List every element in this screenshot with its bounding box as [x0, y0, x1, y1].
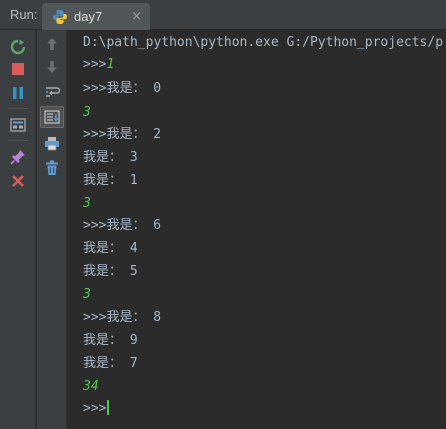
python-file-icon [53, 10, 67, 24]
stop-icon[interactable] [6, 58, 30, 80]
console-line: 我是： 5 [83, 264, 138, 279]
console-line: >>>1 [83, 57, 115, 72]
console-line: >>>我是： 2 [83, 127, 162, 142]
arrow-down-icon[interactable] [40, 56, 64, 78]
arrow-up-icon[interactable] [40, 33, 64, 55]
close-icon[interactable] [6, 170, 30, 192]
console-line: 34 [83, 379, 99, 394]
console-line: 3 [83, 105, 91, 120]
console-output[interactable]: D:\path_python\python.exe G:/Python_proj… [67, 30, 446, 429]
tab-label: day7 [74, 9, 103, 24]
console-toolbar [37, 30, 67, 429]
console-line: >>>我是： 6 [83, 218, 162, 233]
rerun-icon[interactable] [6, 36, 30, 58]
run-toolbar-left [0, 30, 36, 429]
console-line: 3 [83, 287, 91, 302]
console-input-line[interactable]: >>> [83, 397, 110, 420]
console-line: >>>我是： 0 [83, 81, 162, 96]
pause-icon[interactable] [6, 82, 30, 104]
text-cursor [107, 400, 110, 415]
soft-wrap-icon[interactable] [40, 81, 64, 103]
console-line: 我是： 1 [83, 173, 138, 188]
command-line: D:\path_python\python.exe G:/Python_proj… [83, 35, 444, 50]
tab-day7[interactable]: day7 × [42, 3, 150, 30]
console-line: >>>我是： 8 [83, 310, 162, 325]
pin-icon[interactable] [6, 146, 30, 168]
console-line: 我是： 3 [83, 150, 138, 165]
run-tab-bar: Run: day7 × [0, 0, 446, 30]
console-line: 我是： 4 [83, 241, 138, 256]
print-layout-icon[interactable] [6, 114, 30, 136]
print-icon[interactable] [40, 132, 64, 154]
scroll-to-end-icon[interactable] [40, 106, 64, 128]
tab-close-icon[interactable]: × [131, 3, 142, 30]
trash-icon[interactable] [40, 157, 64, 179]
run-label: Run: [10, 7, 38, 22]
console-line: 我是： 7 [83, 356, 138, 371]
console-line: 3 [83, 196, 91, 211]
console-line: 我是： 9 [83, 333, 138, 348]
